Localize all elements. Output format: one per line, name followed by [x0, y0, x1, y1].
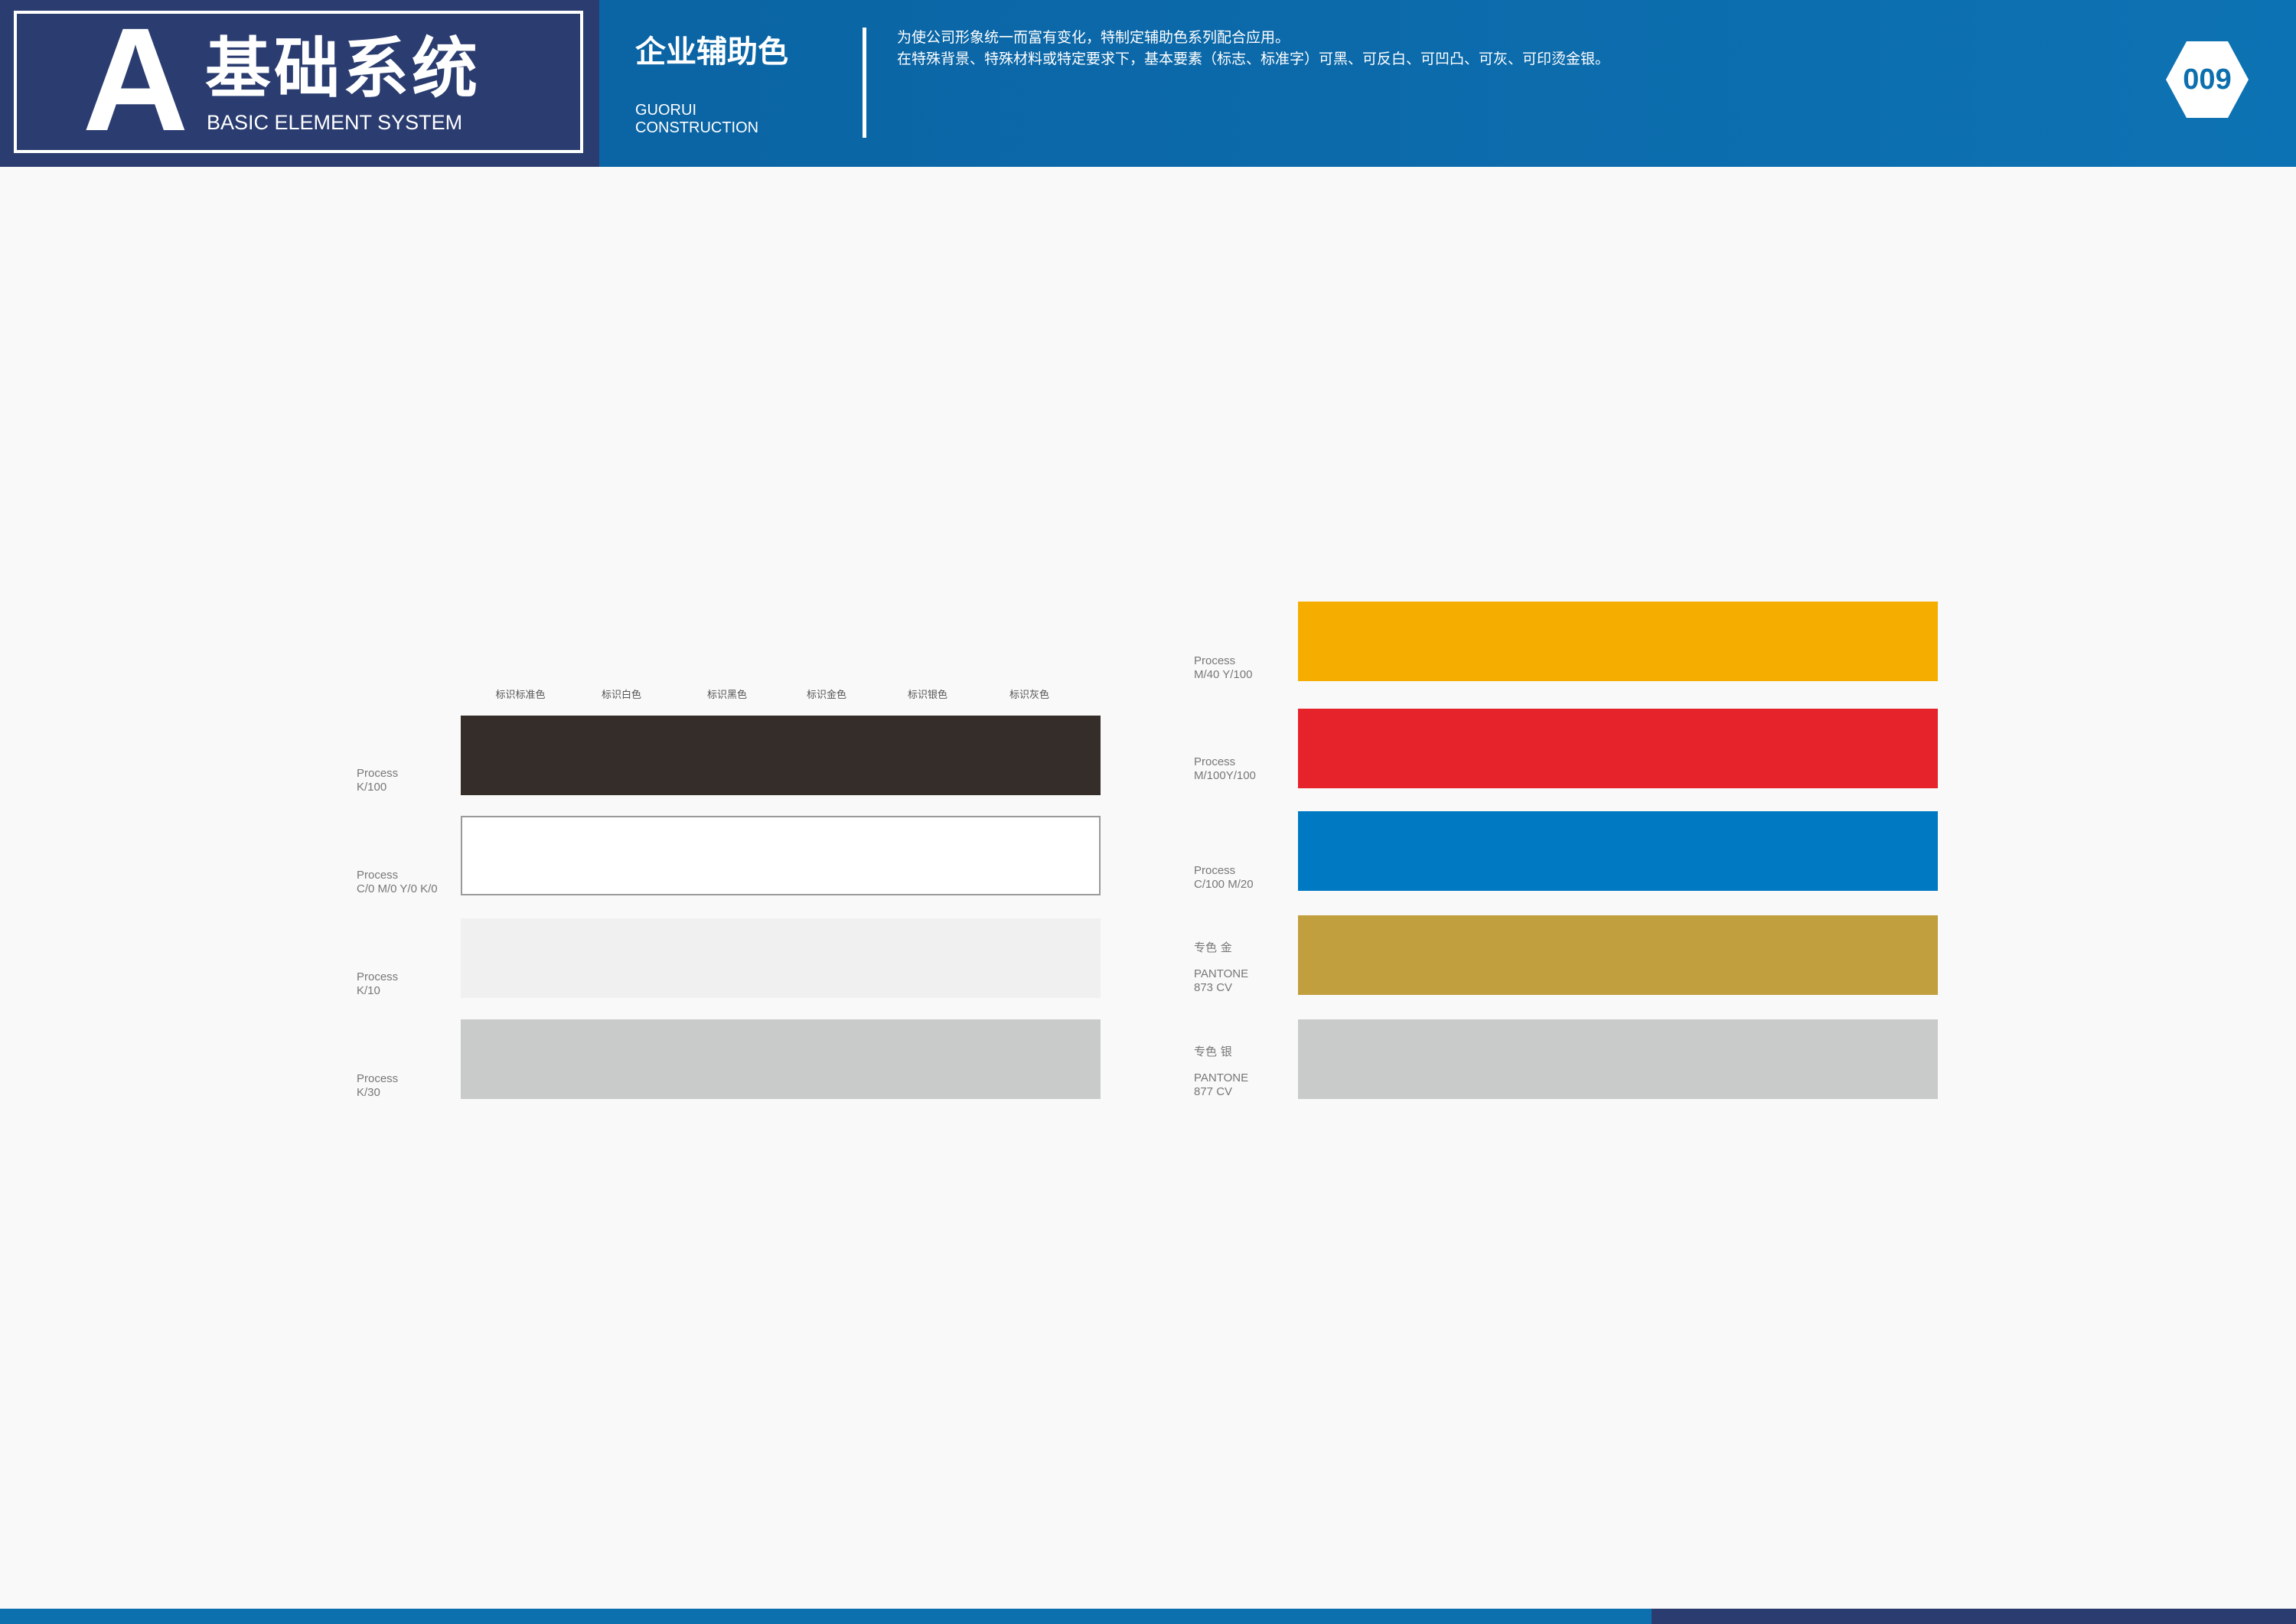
- color-swatch-k100: [461, 716, 1101, 795]
- page-title: 企业辅助色: [635, 34, 788, 70]
- section-badge: A 基础系统 BASIC ELEMENT SYSTEM: [0, 0, 599, 167]
- color-swatch-k10: [461, 918, 1101, 998]
- swatch-label: Process K/10: [357, 970, 399, 997]
- footer-bar: [0, 1609, 1652, 1624]
- color-swatch-blue: [1298, 811, 1938, 891]
- header-divider: [863, 28, 866, 138]
- color-swatch-orange: [1298, 602, 1938, 681]
- column-label: 标识标准色: [495, 690, 546, 701]
- column-label: 标识金色: [806, 690, 846, 701]
- column-label: 标识银色: [907, 690, 947, 701]
- color-swatch-gold: [1298, 915, 1938, 995]
- swatch-label: Process C/100 M/20: [1194, 864, 1254, 891]
- description-line1: 为使公司形象统一而富有变化，特制定辅助色系列配合应用。: [897, 29, 1290, 46]
- section-title-cn: 基础系统: [205, 31, 481, 107]
- swatch-label: Process M/100Y/100: [1194, 755, 1256, 782]
- color-swatch-white: [461, 816, 1101, 895]
- description-line2: 在特殊背景、特殊材料或特定要求下，基本要素（标志、标准字）可黑、可反白、可凹凸、…: [897, 51, 1610, 67]
- section-title-en: BASIC ELEMENT SYSTEM: [207, 111, 463, 134]
- swatch-label: Process M/40 Y/100: [1194, 654, 1253, 681]
- spot-color-name: 专色 银: [1194, 1045, 1232, 1058]
- column-label: 标识黑色: [706, 690, 747, 701]
- spot-color-name: 专色 金: [1194, 941, 1232, 954]
- color-swatch-silver: [1298, 1019, 1938, 1099]
- color-swatch-k30: [461, 1019, 1101, 1099]
- swatch-label: Process C/0 M/0 Y/0 K/0: [357, 869, 438, 895]
- swatch-label: Process K/100: [357, 767, 399, 794]
- swatch-label: Process K/30: [357, 1072, 399, 1099]
- column-label: 标识灰色: [1009, 690, 1049, 701]
- swatch-label: PANTONE 877 CV: [1194, 1071, 1249, 1098]
- company-name-line1: GUORUI: [635, 102, 696, 119]
- column-label: 标识白色: [601, 690, 641, 701]
- swatch-label: PANTONE 873 CV: [1194, 967, 1249, 994]
- footer-bar-accent: [1652, 1609, 2296, 1624]
- section-letter: A: [82, 0, 189, 161]
- color-swatch-red: [1298, 709, 1938, 788]
- company-name-line2: CONSTRUCTION: [635, 119, 759, 136]
